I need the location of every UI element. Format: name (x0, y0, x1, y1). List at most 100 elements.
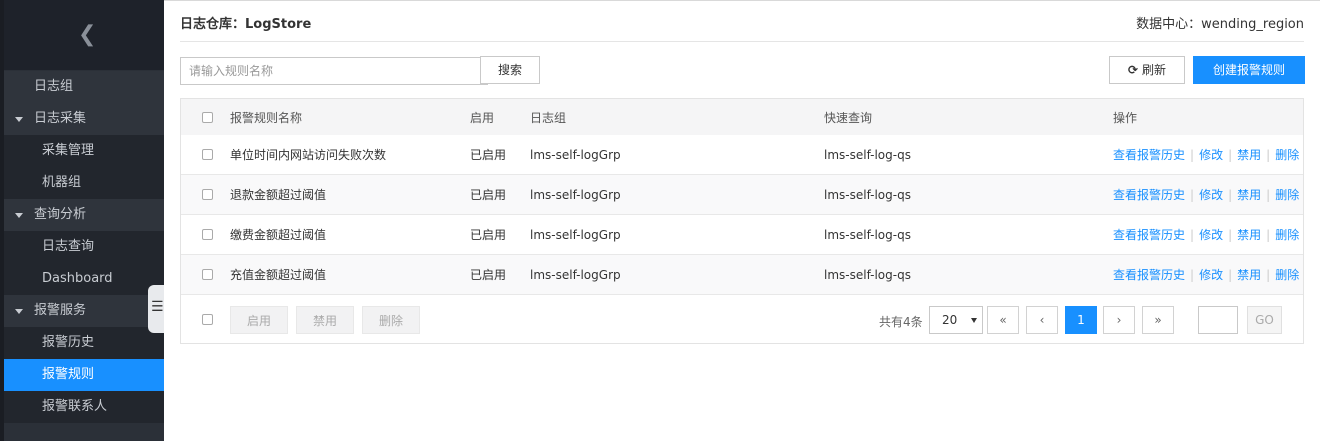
view-alert-history-link[interactable]: 查看报警历史 (1113, 266, 1185, 283)
disable-link[interactable]: 禁用 (1237, 146, 1261, 163)
sidebar-item-alert-rules[interactable]: 报警规则 (4, 359, 164, 391)
row-actions: 查看报警历史 | 修改 | 禁用 | 删除 (1113, 215, 1299, 254)
rule-name: 充值金额超过阈值 (230, 268, 327, 282)
row-actions: 查看报警历史 | 修改 | 禁用 | 删除 (1113, 175, 1299, 214)
chevron-left-icon[interactable]: ❮ (78, 22, 96, 48)
edit-link[interactable]: 修改 (1199, 146, 1223, 163)
rule-status: 已启用 (470, 228, 507, 242)
sidebar-item-log-group[interactable]: 日志组 (4, 71, 164, 103)
edit-link[interactable]: 修改 (1199, 186, 1223, 203)
rule-name: 单位时间内网站访问失败次数 (230, 148, 387, 162)
rule-log-group: lms-self-logGrp (530, 147, 621, 162)
first-page-button[interactable]: « (987, 306, 1019, 334)
page-1-button[interactable]: 1 (1065, 306, 1097, 334)
sidebar-group-query-analysis[interactable]: 查询分析 (4, 199, 164, 231)
create-alert-rule-button[interactable]: 创建报警规则 (1193, 56, 1305, 84)
sidebar-item-alert-contacts[interactable]: 报警联系人 (4, 391, 164, 423)
separator: | (1190, 227, 1195, 242)
rule-log-group: lms-self-logGrp (530, 187, 621, 202)
row-checkbox-cell (202, 135, 213, 174)
go-button[interactable]: GO (1247, 306, 1282, 334)
edit-link[interactable]: 修改 (1199, 266, 1223, 283)
view-alert-history-link[interactable]: 查看报警历史 (1113, 226, 1185, 243)
select-all-checkbox[interactable] (202, 111, 213, 123)
sidebar-item-alert-history[interactable]: 报警历史 (4, 327, 164, 359)
sidebar-item-collection-management[interactable]: 采集管理 (4, 135, 164, 167)
view-alert-history-link[interactable]: 查看报警历史 (1113, 146, 1185, 163)
sidebar: ❮ 日志组 日志采集 采集管理 机器组 查询分析 日志查询 Dashboard … (0, 0, 164, 441)
bulk-disable-button[interactable]: 禁用 (296, 306, 354, 334)
separator: | (1190, 267, 1195, 282)
separator: | (1228, 267, 1233, 282)
separator: | (1266, 267, 1271, 282)
separator: | (1266, 187, 1271, 202)
row-checkbox[interactable] (202, 189, 213, 200)
rule-status: 已启用 (470, 148, 507, 162)
sidebar-collapse-toggle[interactable]: ☰ (148, 285, 164, 333)
rule-log-group: lms-self-logGrp (530, 227, 621, 242)
delete-link[interactable]: 删除 (1275, 226, 1299, 243)
separator: | (1228, 147, 1233, 162)
rule-quick-query: lms-self-log-qs (824, 187, 911, 202)
disable-link[interactable]: 禁用 (1237, 186, 1261, 203)
page-size-select[interactable]: 20 (929, 306, 983, 334)
sidebar-item-log-query[interactable]: 日志查询 (4, 231, 164, 263)
bulk-delete-button[interactable]: 删除 (362, 306, 420, 334)
row-checkbox[interactable] (202, 269, 213, 280)
edit-link[interactable]: 修改 (1199, 226, 1223, 243)
row-actions: 查看报警历史 | 修改 | 禁用 | 删除 (1113, 135, 1299, 174)
row-checkbox[interactable] (202, 149, 213, 160)
table-row: 缴费金额超过阈值 已启用 lms-self-logGrp lms-self-lo… (181, 215, 1303, 255)
column-header-quick-query: 快速查询 (824, 110, 873, 125)
separator: | (1266, 227, 1271, 242)
bulk-select-checkbox[interactable] (202, 313, 213, 325)
alert-rules-table: 报警规则名称 启用 日志组 快速查询 操作 单位时间内网站访问失败次数 已启用 … (180, 98, 1304, 344)
next-page-button[interactable]: › (1103, 306, 1135, 334)
caret-down-icon (15, 309, 23, 314)
separator: | (1190, 147, 1195, 162)
row-checkbox-cell (202, 215, 213, 254)
table-header: 报警规则名称 启用 日志组 快速查询 操作 (181, 99, 1303, 136)
delete-link[interactable]: 删除 (1275, 146, 1299, 163)
column-header-log-group: 日志组 (530, 110, 567, 125)
delete-link[interactable]: 删除 (1275, 266, 1299, 283)
rule-quick-query: lms-self-log-qs (824, 147, 911, 162)
page-jump-input[interactable] (1198, 306, 1238, 334)
row-checkbox[interactable] (202, 229, 213, 240)
delete-link[interactable]: 删除 (1275, 186, 1299, 203)
caret-down-icon (15, 213, 23, 218)
footer-checkbox-cell (202, 295, 213, 343)
column-header-name: 报警规则名称 (230, 110, 303, 125)
bulk-enable-button[interactable]: 启用 (230, 306, 288, 334)
sidebar-group-log-collection[interactable]: 日志采集 (4, 103, 164, 135)
prev-page-button[interactable]: ‹ (1026, 306, 1058, 334)
refresh-button[interactable]: ⟳ 刷新 (1109, 56, 1185, 84)
rule-name: 缴费金额超过阈值 (230, 228, 327, 242)
sidebar-group-alert-service[interactable]: 报警服务 (4, 295, 164, 327)
row-actions: 查看报警历史 | 修改 | 禁用 | 删除 (1113, 255, 1299, 294)
search-button[interactable]: 搜索 (480, 56, 540, 84)
disable-link[interactable]: 禁用 (1237, 266, 1261, 283)
rule-quick-query: lms-self-log-qs (824, 227, 911, 242)
disable-link[interactable]: 禁用 (1237, 226, 1261, 243)
column-header-enabled: 启用 (470, 110, 495, 125)
rule-name: 退款金额超过阈值 (230, 188, 327, 202)
sidebar-item-dashboard[interactable]: Dashboard (4, 263, 164, 295)
rule-status: 已启用 (470, 188, 507, 202)
last-page-button[interactable]: » (1142, 306, 1174, 334)
table-footer: 启用 禁用 删除 共有4条 20 « ‹ 1 › » GO (181, 295, 1303, 343)
rule-status: 已启用 (470, 268, 507, 282)
header-checkbox-cell (202, 99, 213, 135)
view-alert-history-link[interactable]: 查看报警历史 (1113, 186, 1185, 203)
column-header-actions: 操作 (1113, 110, 1138, 125)
dropdown-arrow-icon (971, 318, 977, 323)
total-count: 共有4条 (879, 315, 923, 329)
separator: | (1228, 227, 1233, 242)
top-divider (164, 0, 1320, 1)
rule-log-group: lms-self-logGrp (530, 267, 621, 282)
header-divider (180, 41, 1304, 42)
sidebar-item-machine-group[interactable]: 机器组 (4, 167, 164, 199)
data-center-label: 数据中心：wending_region (1136, 17, 1304, 32)
search-input[interactable] (180, 57, 488, 85)
row-checkbox-cell (202, 175, 213, 214)
